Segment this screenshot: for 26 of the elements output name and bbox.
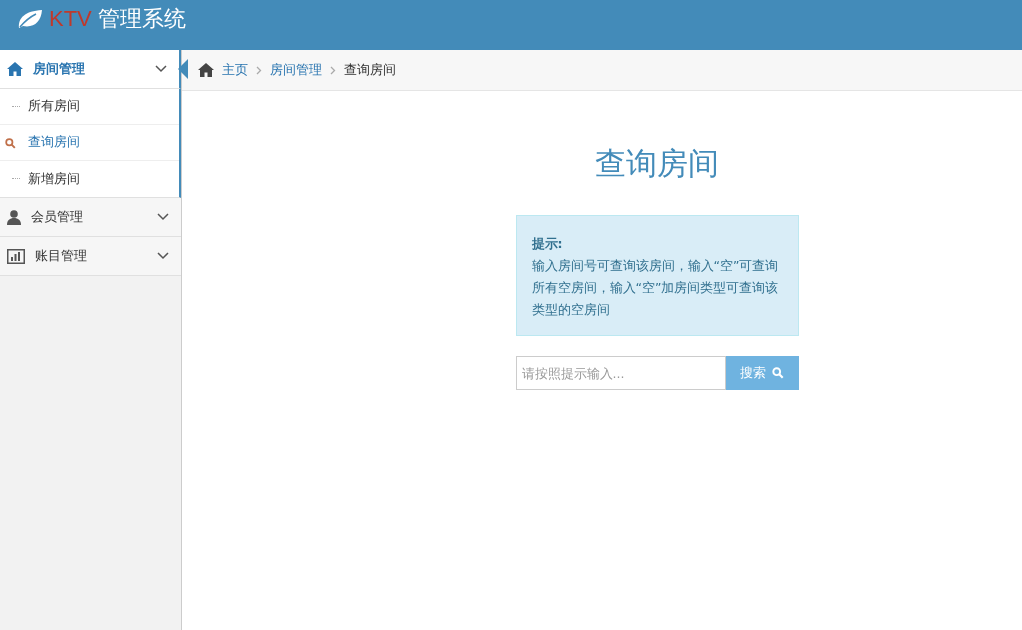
user-icon bbox=[7, 209, 21, 225]
home-icon bbox=[198, 63, 214, 77]
search-icon bbox=[5, 138, 16, 149]
submenu-item[interactable]: 新增房间 bbox=[0, 161, 179, 197]
chevron-right-icon bbox=[256, 65, 262, 75]
home-icon bbox=[7, 62, 23, 76]
breadcrumb-link[interactable]: 房间管理 bbox=[270, 61, 322, 79]
hint-text: 输入房间号可查询该房间，输入“空”可查询所有空房间，输入“空”加房间类型可查询该类型的空房间 bbox=[531, 257, 780, 319]
chevron-down-icon bbox=[157, 252, 169, 260]
search-icon bbox=[772, 367, 784, 379]
submenu-item[interactable]: 查询房间 bbox=[0, 125, 179, 161]
bar-chart-icon bbox=[7, 248, 25, 264]
sidebar-menu-item[interactable]: 账目管理 bbox=[0, 237, 181, 276]
submenu-item[interactable]: 所有房间 bbox=[0, 89, 179, 125]
search-field[interactable]: 请按照提示输入... bbox=[515, 356, 726, 390]
chevron-down-icon bbox=[155, 65, 167, 73]
logo-brand: KTV bbox=[49, 6, 92, 32]
page-title: 查询房间 bbox=[595, 144, 719, 183]
chevron-right-icon bbox=[330, 65, 336, 75]
breadcrumb-current: 查询房间 bbox=[344, 61, 396, 79]
chevron-down-icon bbox=[157, 213, 169, 221]
breadcrumb-link[interactable]: 主页 bbox=[222, 61, 248, 79]
hint-heading: 提示: bbox=[531, 235, 564, 253]
leaf-icon bbox=[17, 9, 43, 29]
sidebar-menu-item[interactable]: 会员管理 bbox=[0, 198, 181, 237]
app-title: 管理系统 bbox=[97, 5, 186, 33]
